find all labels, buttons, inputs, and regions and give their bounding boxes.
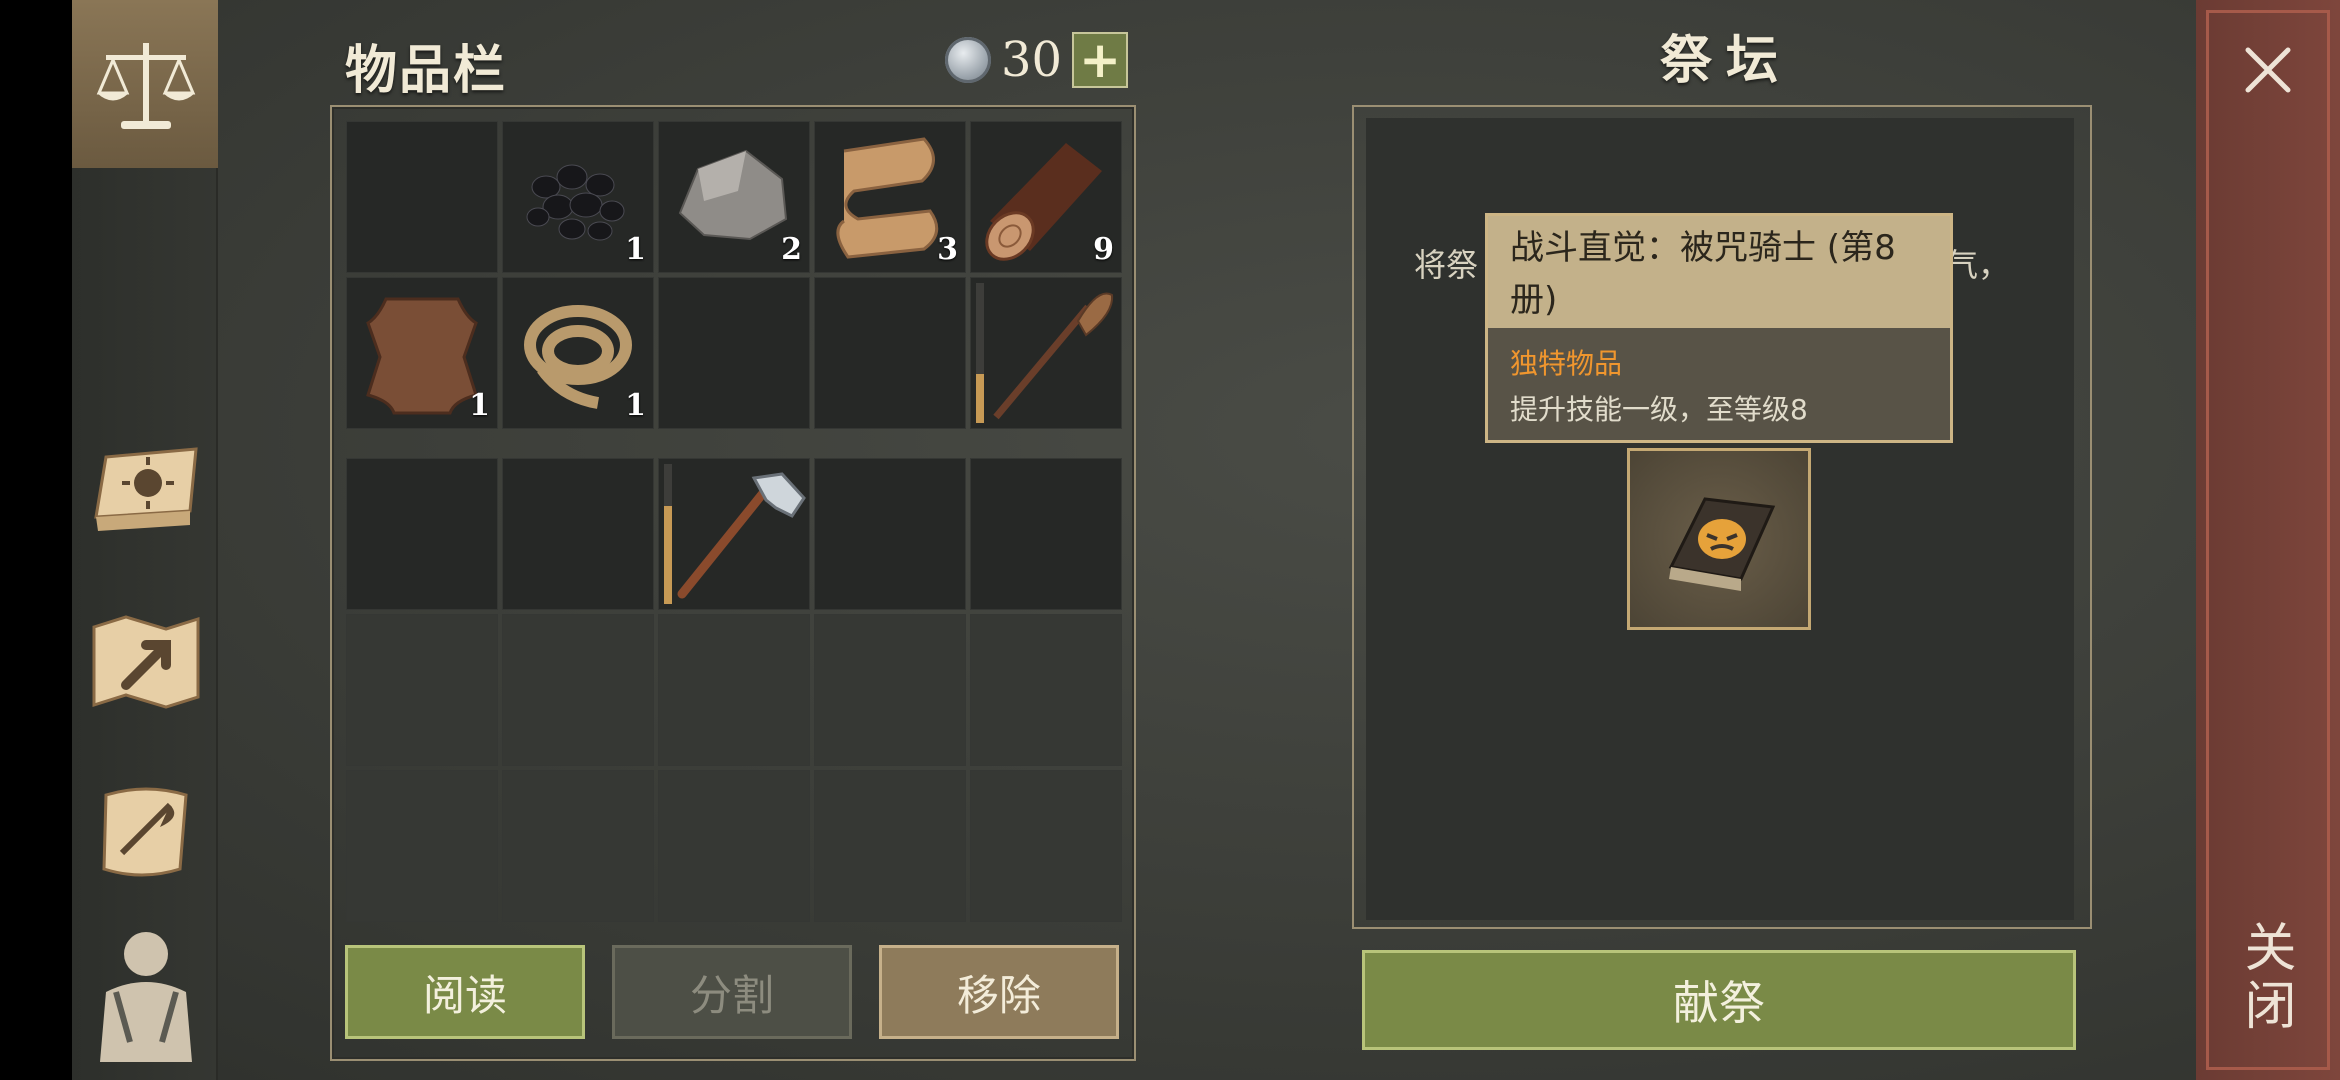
inventory-slot-empty[interactable] xyxy=(658,277,810,429)
locked-slot xyxy=(502,770,654,922)
read-button[interactable]: 阅读 xyxy=(345,945,585,1039)
item-count: 1 xyxy=(625,388,646,423)
inventory-slot[interactable]: 9 xyxy=(970,121,1122,273)
locked-slot xyxy=(658,770,810,922)
inventory-slot-empty[interactable] xyxy=(970,458,1122,610)
locked-slot xyxy=(814,614,966,766)
locked-slot xyxy=(346,614,498,766)
inventory-slot[interactable]: 1 xyxy=(502,277,654,429)
locked-slot xyxy=(346,770,498,922)
inventory-title: 物品栏 xyxy=(345,41,508,101)
inventory-slot[interactable]: 2 xyxy=(658,121,810,273)
silver-coin-icon xyxy=(945,37,991,83)
tooltip-rarity: 独特物品 xyxy=(1510,347,1623,380)
axe-icon xyxy=(677,472,806,599)
locked-slot xyxy=(658,614,810,766)
oar-icon xyxy=(993,292,1114,420)
item-count: 1 xyxy=(469,388,490,423)
durability-fill xyxy=(664,506,672,604)
screen-edge xyxy=(0,0,72,1080)
altar-desc-right: 气， xyxy=(1946,246,2011,284)
item-count: 2 xyxy=(781,232,802,267)
locked-slot xyxy=(502,614,654,766)
locked-slot xyxy=(970,614,1122,766)
close-icon[interactable] xyxy=(2238,40,2298,100)
map-arrow-icon[interactable] xyxy=(82,598,210,726)
character-backpack-icon[interactable] xyxy=(82,928,210,1062)
inventory-slot[interactable] xyxy=(970,277,1122,429)
durability-bar xyxy=(976,283,984,423)
add-currency-button[interactable]: + xyxy=(1072,32,1129,88)
scales-icon[interactable] xyxy=(82,24,210,152)
inventory-slot-empty[interactable] xyxy=(346,121,498,273)
item-count: 9 xyxy=(1093,232,1114,267)
inventory-slot-empty[interactable] xyxy=(502,458,654,610)
tooltip-description: 提升技能一级，至等级8 xyxy=(1510,393,1808,426)
durability-bar xyxy=(664,464,672,604)
inventory-slot-empty[interactable] xyxy=(814,458,966,610)
inventory-slot[interactable]: 1 xyxy=(346,277,498,429)
altar-desc-left: 将祭 xyxy=(1414,246,1479,284)
split-button[interactable]: 分割 xyxy=(612,945,852,1039)
pack-grid: 1 2 3 9 1 1 xyxy=(346,121,1122,429)
inventory-slot[interactable] xyxy=(658,458,810,610)
inventory-slot[interactable]: 3 xyxy=(814,121,966,273)
skill-book-icon xyxy=(1668,497,1776,591)
item-count: 1 xyxy=(625,232,646,267)
remove-button[interactable]: 移除 xyxy=(879,945,1119,1039)
scroll-quill-icon[interactable] xyxy=(82,768,210,896)
altar-offer-slot[interactable] xyxy=(1627,448,1811,630)
durability-fill xyxy=(976,374,984,423)
inventory-slot-empty[interactable] xyxy=(346,458,498,610)
sun-book-icon[interactable] xyxy=(82,428,210,556)
locked-slot xyxy=(970,770,1122,922)
inventory-slot[interactable]: 1 xyxy=(502,121,654,273)
storage-grid xyxy=(346,458,1122,922)
close-label[interactable]: 关闭 xyxy=(2228,920,2303,1036)
close-rail-border xyxy=(2206,10,2330,1070)
locked-slot xyxy=(814,770,966,922)
item-count: 3 xyxy=(937,232,958,267)
currency-value: 30 xyxy=(1001,32,1063,88)
inventory-slot-empty[interactable] xyxy=(814,277,966,429)
item-tooltip: 战斗直觉：被咒骑士 (第8册) 独特物品 提升技能一级，至等级8 xyxy=(1485,213,1953,443)
tooltip-title: 战斗直觉：被咒骑士 (第8册) xyxy=(1488,216,1950,328)
currency-display: 30 + xyxy=(945,30,1129,90)
altar-title: 祭坛 xyxy=(1660,31,1793,91)
offer-button[interactable]: 献祭 xyxy=(1362,950,2076,1050)
